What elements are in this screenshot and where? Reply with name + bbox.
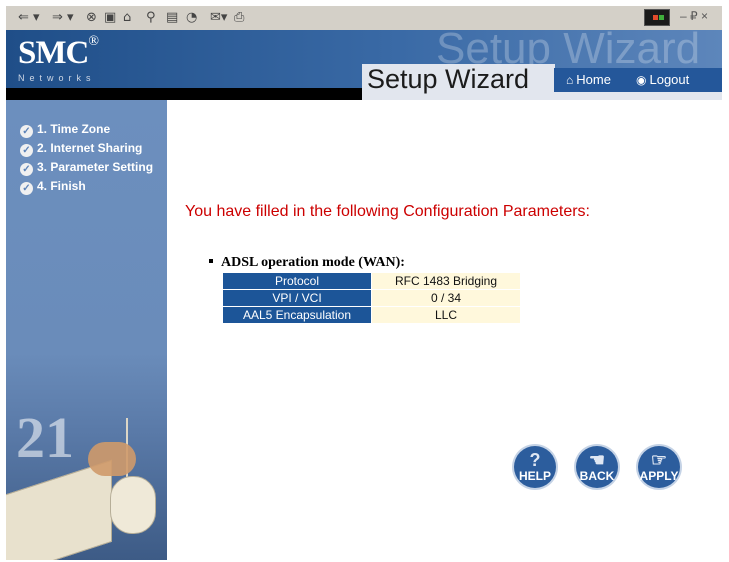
table-row: AAL5 Encapsulation LLC: [223, 307, 520, 323]
refresh-icon[interactable]: ▣: [104, 9, 116, 26]
param-value: LLC: [371, 307, 520, 323]
hand-image: [88, 442, 136, 476]
sidebar-step-time-zone[interactable]: ✓ 1. Time Zone: [20, 122, 110, 138]
page-header: Setup Wizard SMC® Networks Setup Wizard …: [6, 24, 722, 100]
decoration-number: 21: [16, 405, 74, 470]
main-content: You have filled in the following Configu…: [167, 100, 722, 560]
section-title-text: ADSL operation mode (WAN):: [221, 255, 405, 270]
table-row: VPI / VCI 0 / 34: [223, 290, 520, 306]
logout-label: Logout: [649, 72, 690, 87]
logout-icon: ◉: [636, 73, 647, 87]
step-label: 4. Finish: [37, 179, 86, 193]
parameters-table: Protocol RFC 1483 Bridging VPI / VCI 0 /…: [223, 272, 520, 324]
wizard-sidebar: ✓ 1. Time Zone ✓ 2. Internet Sharing ✓ 3. P…: [6, 100, 167, 560]
window-buttons[interactable]: – ₽ ×: [680, 9, 708, 24]
bullet-icon: [209, 259, 213, 263]
logout-link[interactable]: ◉ Logout: [636, 72, 689, 87]
home-label: Home: [576, 72, 611, 87]
apply-button[interactable]: ☞ APPLY: [638, 446, 680, 488]
back-button[interactable]: ⇐ ▾: [18, 9, 40, 26]
check-icon: ✓: [20, 125, 33, 138]
page-title: Setup Wizard: [367, 64, 530, 94]
sidebar-step-internet-sharing[interactable]: ✓ 2. Internet Sharing: [20, 141, 142, 157]
header-nav: ⌂ Home ◉ Logout: [554, 68, 722, 92]
param-label: AAL5 Encapsulation: [223, 307, 371, 323]
stop-icon[interactable]: ⊗: [86, 9, 97, 26]
sidebar-step-parameter-setting[interactable]: ✓ 3. Parameter Setting: [20, 160, 153, 176]
mouse-image: [110, 476, 156, 534]
summary-heading: You have filled in the following Configu…: [185, 203, 590, 220]
keyboard-image: [6, 459, 112, 560]
forward-button[interactable]: ⇒ ▾: [52, 9, 74, 26]
step-label: 3. Parameter Setting: [37, 160, 154, 174]
apply-icon: ☞: [650, 450, 668, 470]
home-icon: ⌂: [566, 73, 574, 87]
mail-icon[interactable]: ✉▾: [210, 9, 227, 26]
history-icon[interactable]: ◔: [186, 9, 197, 26]
check-icon: ✓: [20, 144, 33, 157]
smc-logo-subtitle: Networks: [18, 73, 96, 83]
check-icon: ✓: [20, 163, 33, 176]
back-label: BACK: [579, 469, 615, 483]
help-button[interactable]: ? HELP: [514, 446, 556, 488]
home-icon[interactable]: ⌂: [123, 9, 131, 26]
home-link[interactable]: ⌂ Home: [566, 72, 611, 87]
header-divider: [6, 88, 362, 100]
apply-label: APPLY: [639, 469, 679, 483]
search-icon[interactable]: ⚲: [146, 9, 156, 26]
param-value: 0 / 34: [371, 290, 520, 306]
favorites-icon[interactable]: ▤: [166, 9, 178, 26]
question-icon: ?: [529, 450, 541, 470]
back-button[interactable]: ☚ BACK: [576, 446, 618, 488]
pointing-hand-icon: ☚: [588, 450, 606, 470]
smc-logo: SMC®: [18, 34, 99, 71]
param-label: VPI / VCI: [223, 290, 371, 306]
help-label: HELP: [518, 469, 551, 483]
param-label: Protocol: [223, 273, 371, 289]
print-icon[interactable]: ⎙: [234, 9, 244, 26]
sidebar-decoration: 21: [6, 396, 167, 560]
table-row: Protocol RFC 1483 Bridging: [223, 273, 520, 289]
check-icon: ✓: [20, 182, 33, 195]
param-value: RFC 1483 Bridging: [371, 273, 520, 289]
step-label: 1. Time Zone: [37, 122, 111, 136]
sidebar-step-finish[interactable]: ✓ 4. Finish: [20, 179, 86, 195]
section-title: ADSL operation mode (WAN):: [209, 255, 405, 271]
step-label: 2. Internet Sharing: [37, 141, 143, 155]
